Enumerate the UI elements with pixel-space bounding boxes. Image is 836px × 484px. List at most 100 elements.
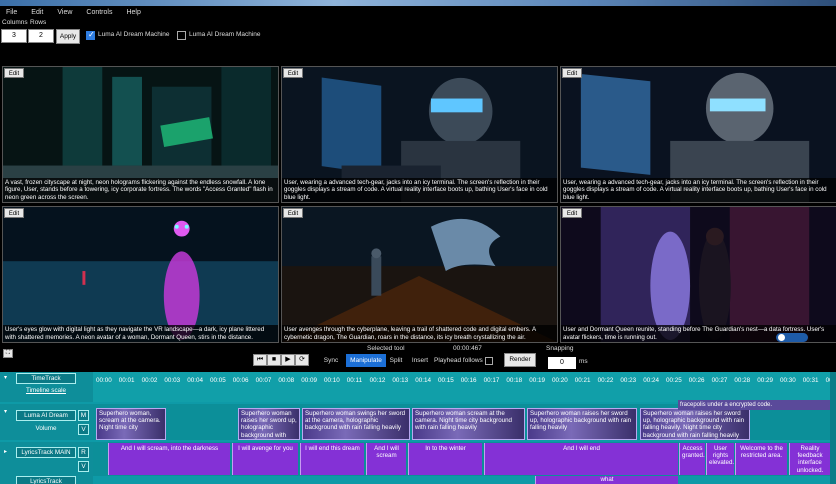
overflow-clip-label[interactable]: fracepolis under a encrypted code. — [678, 400, 830, 410]
lyric-clip[interactable]: Reality feedback interface unlocked. — [789, 443, 830, 475]
ruler-tick-label: 00:11 — [346, 377, 363, 384]
render-button[interactable]: Render — [504, 353, 536, 367]
lyric-clip[interactable]: I will end this dream — [300, 443, 364, 475]
video-track-name[interactable]: Luma AI Dream — [16, 410, 76, 421]
lyric-clip[interactable]: In to the winter — [408, 443, 482, 475]
ruler-tick-label: 00:19 — [529, 377, 545, 384]
menu-help[interactable]: Help — [126, 9, 140, 16]
columns-input[interactable]: 3 — [1, 29, 27, 43]
edit-button[interactable]: Edit — [562, 208, 582, 218]
grid-toolbar: Columns Rows 3 2 Apply Luma AI Dream Mac… — [0, 18, 836, 48]
playhead-follows-checkbox[interactable] — [485, 357, 493, 365]
lyric-clip[interactable]: Access granted. — [679, 443, 705, 475]
ruler-tick-label: 00:26 — [688, 377, 705, 384]
video-clip[interactable]: Superhero woman raises her sword up, hol… — [640, 408, 750, 440]
snapping-label: Snapping — [546, 345, 574, 352]
video-clip[interactable]: Superhero woman, scream at the camera. N… — [96, 408, 166, 440]
playback-controls: ⛶ ⏮ ■ ▶ ⟳ Selected tool 00:00:467 Snappi… — [0, 333, 836, 372]
ruler-tick-label: 00:06 — [232, 377, 249, 384]
timeline-scale-label[interactable]: Timeline scale — [16, 386, 76, 397]
ruler-tick-label: 00:24 — [643, 377, 659, 384]
lyric-clip[interactable]: Welcome to the restricted area. — [735, 443, 787, 475]
video-clip[interactable]: Superhero woman swings her sword at the … — [302, 408, 410, 440]
ruler-tick-label: 00:07 — [255, 377, 272, 384]
tile-image — [282, 207, 557, 342]
menu-controls[interactable]: Controls — [86, 9, 112, 16]
lyric-clip[interactable]: And I will scream, into the darkness — [108, 443, 230, 475]
timecode-display: 00:00:467 — [453, 345, 482, 352]
ruler-tick-label: 00:03 — [164, 377, 181, 384]
tool-split[interactable]: Split — [386, 354, 406, 367]
lyric-clip[interactable]: what — [535, 476, 678, 484]
timeline-scrollbar[interactable] — [830, 372, 836, 484]
ruler-tick-label: 00:02 — [141, 377, 158, 384]
lyric-clip[interactable]: And I will end — [484, 443, 678, 475]
ruler-tick-label: 00:31 — [802, 377, 819, 384]
lyric-clip[interactable]: And I will scream — [366, 443, 406, 475]
edit-button[interactable]: Edit — [4, 208, 24, 218]
edit-button[interactable]: Edit — [283, 208, 303, 218]
menu-file[interactable]: File — [6, 9, 17, 16]
edit-button[interactable]: Edit — [283, 68, 303, 78]
ruler-tick-label: 00:28 — [734, 377, 751, 384]
menu-view[interactable]: View — [57, 9, 72, 16]
luma-checkbox-1-label: Luma AI Dream Machine — [98, 31, 170, 38]
ruler-tick-label: 00:05 — [210, 377, 226, 384]
video-track-header: ▾ Luma AI Dream Volume M V — [0, 404, 93, 440]
ruler-tick-label: 00:13 — [392, 377, 409, 384]
toggle-switch[interactable] — [776, 333, 808, 342]
video-clip[interactable]: Superhero woman raises her sword up, hol… — [238, 408, 300, 440]
tool-insert[interactable]: Insert — [408, 354, 432, 367]
skip-start-button[interactable]: ⏮ — [253, 354, 267, 366]
stop-button[interactable]: ■ — [267, 354, 281, 366]
visibility-button[interactable]: V — [78, 461, 89, 472]
selected-tool-label: Selected tool — [367, 345, 405, 352]
collapse-icon[interactable]: ▸ — [4, 448, 7, 455]
lyrics-track-name[interactable]: LyricsTrack MAIN — [16, 447, 76, 458]
video-tile[interactable]: Edit User avenges through the cyberplane… — [281, 206, 558, 343]
play-button[interactable]: ▶ — [281, 354, 295, 366]
video-tile[interactable]: Edit User and Dormant Queen reunite, sta… — [560, 206, 836, 343]
video-tile[interactable]: Edit User, wearing a advanced tech-gear,… — [560, 66, 836, 203]
lyric-clip[interactable]: User rights elevated. — [706, 443, 734, 475]
tool-sync[interactable]: Sync — [318, 354, 344, 367]
tile-caption: User avenges through the cyberplane, lea… — [282, 325, 557, 342]
snapping-unit: ms — [579, 358, 588, 365]
video-grid: Edit A vast, frozen cityscape at night, … — [2, 66, 836, 345]
lyric-clip[interactable]: I will avenge for you — [232, 443, 298, 475]
edit-button[interactable]: Edit — [562, 68, 582, 78]
video-clip[interactable]: Superhero woman raises her sword up, hol… — [527, 408, 637, 440]
video-tile[interactable]: Edit User's eyes glow with digital light… — [2, 206, 279, 343]
snapping-input[interactable]: 0 — [548, 357, 576, 369]
ruler-tick-label: 00:15 — [438, 377, 454, 384]
volume-label[interactable]: Volume — [16, 424, 76, 435]
apply-button[interactable]: Apply — [56, 29, 80, 44]
luma-checkbox-1[interactable] — [86, 30, 95, 40]
loop-button[interactable]: ⟳ — [295, 354, 309, 366]
tile-caption: User, wearing a advanced tech-gear, jack… — [561, 177, 836, 202]
video-tile[interactable]: Edit User, wearing a advanced tech-gear,… — [281, 66, 558, 203]
ruler-tick-label: 00:22 — [597, 377, 614, 384]
tile-caption: A vast, frozen cityscape at night, neon … — [3, 177, 278, 202]
rows-input[interactable]: 2 — [28, 29, 54, 43]
fullscreen-icon[interactable]: ⛶ — [3, 349, 13, 358]
lyrics-track-2-header: LyricsTrack — [0, 476, 93, 484]
visibility-button[interactable]: V — [78, 424, 89, 435]
ruler-tick-label: 00:16 — [460, 377, 477, 384]
video-clip[interactable]: Superhero woman scream at the camera. Ni… — [412, 408, 525, 440]
collapse-icon[interactable]: ▾ — [4, 374, 7, 381]
ruler-tick-label: 00:14 — [415, 377, 431, 384]
luma-checkbox-2[interactable] — [177, 31, 186, 40]
timeline: ▾ TimeTrack Timeline scale 00:00 00:01 00:… — [0, 372, 836, 484]
mute-button[interactable]: M — [78, 410, 89, 421]
lyrics-track-2-name[interactable]: LyricsTrack — [16, 476, 76, 484]
menu-edit[interactable]: Edit — [31, 9, 43, 16]
ruler-tick-label: 00:10 — [324, 377, 340, 384]
record-button[interactable]: R — [78, 447, 89, 458]
video-tile[interactable]: Edit A vast, frozen cityscape at night, … — [2, 66, 279, 203]
collapse-icon[interactable]: ▾ — [4, 408, 7, 415]
time-track-name[interactable]: TimeTrack — [16, 373, 76, 384]
tool-manipulate[interactable]: Manipulate — [346, 354, 386, 367]
ruler-tick-label: 00:04 — [187, 377, 203, 384]
edit-button[interactable]: Edit — [4, 68, 24, 78]
